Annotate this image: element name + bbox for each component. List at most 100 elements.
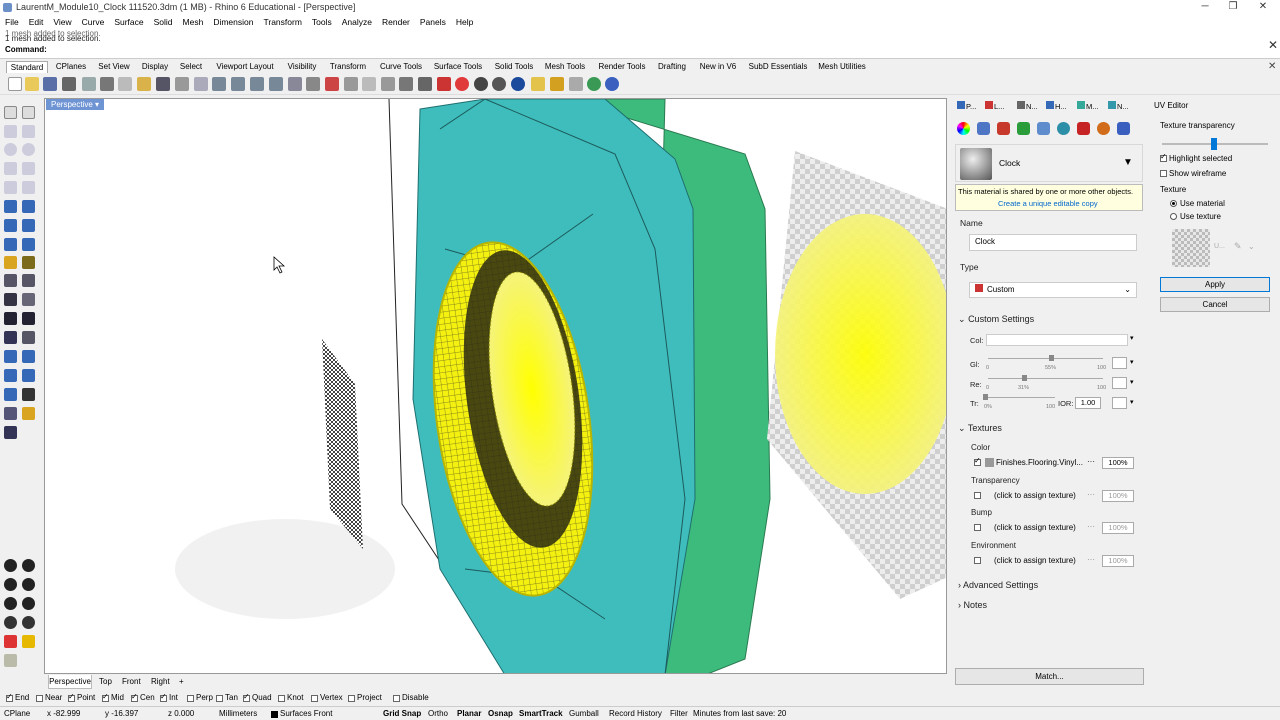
radio-button[interactable] [1170, 200, 1177, 208]
menu-surface[interactable]: Surface [109, 15, 148, 29]
name-field[interactable]: Clock [969, 234, 1137, 251]
checkbox[interactable] [278, 694, 285, 702]
material-icon[interactable] [977, 122, 990, 135]
panel-tab-named-views[interactable]: N... [1017, 100, 1038, 113]
checkbox[interactable] [160, 692, 167, 702]
texture-icon[interactable] [997, 122, 1010, 135]
assign-texture-link[interactable]: (click to assign texture) [994, 491, 1076, 500]
tab-cplanes[interactable]: CPlanes [52, 61, 90, 73]
soccer-ball-icon[interactable] [22, 578, 35, 591]
menu-dimension[interactable]: Dimension [208, 15, 258, 29]
transparency-color[interactable] [1112, 397, 1127, 409]
orient-icon[interactable] [22, 350, 35, 363]
tex-transparency-amount[interactable]: 100% [1102, 490, 1134, 502]
tex-bump-row[interactable]: (click to assign texture) [974, 523, 1076, 532]
menu-transform[interactable]: Transform [258, 15, 306, 29]
viewport-title[interactable]: Perspective ▾ [46, 99, 104, 110]
new-file-icon[interactable] [8, 77, 22, 91]
curve-tools-icon[interactable] [22, 181, 35, 194]
chevron-down-icon[interactable]: ⌄ [1248, 242, 1255, 251]
fillet-icon[interactable] [4, 312, 17, 325]
cancel-button[interactable]: Cancel [1160, 297, 1270, 312]
checkbox[interactable] [393, 694, 400, 702]
brush-icon[interactable] [4, 654, 17, 667]
shaded-sphere-icon[interactable] [492, 77, 506, 91]
texture-thumbnail[interactable] [1172, 229, 1210, 267]
point-icon[interactable] [22, 106, 35, 119]
tex-color-row[interactable]: Finishes.Flooring.Vinyl... [974, 456, 1083, 467]
menu-edit[interactable]: Edit [24, 15, 49, 29]
checkbox[interactable] [311, 694, 318, 702]
settings-icon[interactable] [569, 77, 583, 91]
create-copy-link[interactable]: Create a unique editable copy [998, 199, 1098, 208]
units[interactable]: Millimeters [219, 709, 257, 719]
distance-icon[interactable] [344, 77, 358, 91]
panel-tab-layers[interactable]: L... [985, 100, 1004, 113]
tab-subd-essentials[interactable]: SubD Essentials [745, 61, 811, 73]
checkbox[interactable] [348, 694, 355, 702]
current-layer[interactable]: Surfaces Front [280, 709, 332, 719]
checkbox[interactable] [216, 694, 223, 702]
tex-environment-amount[interactable]: 100% [1102, 555, 1134, 567]
maximize-button[interactable]: ❐ [1216, 0, 1250, 15]
soccer-ball-icon[interactable] [4, 597, 17, 610]
planar-toggle[interactable]: Planar [457, 709, 481, 719]
osnap-point[interactable]: Point [68, 692, 95, 703]
color-wheel-icon[interactable] [957, 122, 970, 135]
osnap-cen[interactable]: Cen [131, 692, 155, 703]
tab-right[interactable]: Right [151, 675, 170, 688]
tex-bump-amount[interactable]: 100% [1102, 522, 1134, 534]
sphere-render-icon[interactable] [474, 77, 488, 91]
checkbox[interactable] [1160, 170, 1167, 177]
slider-thumb[interactable] [1021, 375, 1027, 381]
sun-icon[interactable] [1077, 122, 1090, 135]
cylinder-icon[interactable] [4, 238, 17, 251]
panel-tab-materials[interactable]: M... [1077, 100, 1099, 113]
zoom-extents-icon[interactable] [250, 77, 264, 91]
osnap-disable[interactable]: Disable [393, 693, 429, 703]
options-icon[interactable] [550, 77, 564, 91]
tab-curve-tools[interactable]: Curve Tools [374, 61, 428, 73]
material-selector[interactable]: Clock ▼ [955, 144, 1143, 182]
ellipse-icon[interactable] [4, 181, 17, 194]
print-icon[interactable] [62, 77, 76, 91]
more-options-button[interactable]: ··· [1087, 522, 1095, 531]
osnap-mid[interactable]: Mid [102, 692, 124, 703]
tex-environment-row[interactable]: (click to assign texture) [974, 556, 1076, 565]
menu-file[interactable]: File [0, 15, 24, 29]
reflection-color[interactable] [1112, 377, 1127, 389]
analyze-icon[interactable] [4, 388, 17, 401]
save-icon[interactable] [43, 77, 57, 91]
rotate-view-icon[interactable] [194, 77, 208, 91]
soccer-ball-icon[interactable] [22, 616, 35, 629]
polyline-icon[interactable] [4, 125, 17, 138]
polygon-icon[interactable] [4, 162, 17, 175]
menu-help[interactable]: Help [451, 15, 478, 29]
text-icon[interactable] [4, 331, 17, 344]
cplane-indicator[interactable]: CPlane [4, 709, 30, 719]
checkbox[interactable] [1160, 152, 1167, 162]
chevron-down-icon[interactable]: ▾ [1130, 398, 1134, 406]
tab-select[interactable]: Select [175, 61, 207, 73]
cplane-icon[interactable] [325, 77, 339, 91]
mesh-tools-icon[interactable] [4, 369, 17, 382]
slider-thumb[interactable] [983, 394, 988, 400]
command-input[interactable] [47, 44, 1267, 54]
render-preview-icon[interactable] [511, 77, 525, 91]
copy-icon[interactable] [118, 77, 132, 91]
zoom-selected-icon[interactable] [269, 77, 283, 91]
split-icon[interactable] [22, 274, 35, 287]
texture-transparency-slider[interactable] [1162, 138, 1268, 150]
textures-section[interactable]: ⌄ Textures [958, 423, 1002, 434]
tab-top[interactable]: Top [99, 675, 112, 688]
boolean-icon[interactable] [4, 274, 17, 287]
tab-render-tools[interactable]: Render Tools [595, 61, 649, 73]
soccer-ball-icon[interactable] [22, 559, 35, 572]
dimension-icon[interactable] [22, 331, 35, 344]
zoom-icon[interactable] [212, 77, 226, 91]
checkbox[interactable] [974, 524, 981, 531]
more-options-button[interactable]: ··· [1087, 555, 1095, 564]
menu-analyze[interactable]: Analyze [337, 15, 377, 29]
tab-drafting[interactable]: Drafting [652, 61, 692, 73]
menu-curve[interactable]: Curve [77, 15, 110, 29]
